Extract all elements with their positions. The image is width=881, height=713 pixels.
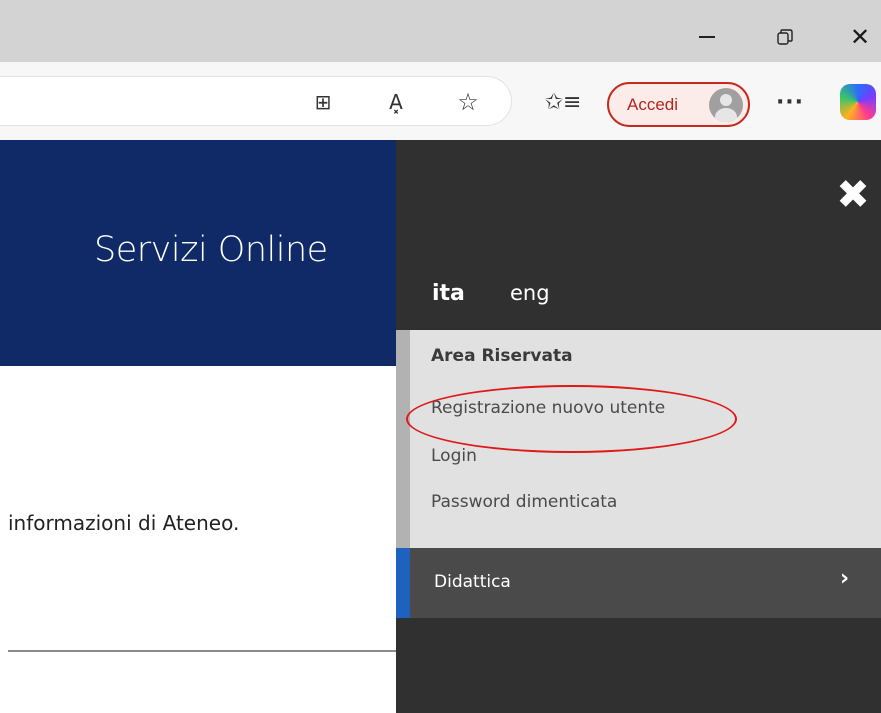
restore-button[interactable] (770, 22, 800, 52)
side-menu: ✖ ita eng Area Riservata Registrazione n… (396, 140, 881, 713)
login-link[interactable]: Login (431, 446, 477, 466)
minimize-button[interactable] (692, 22, 722, 52)
restore-icon (777, 29, 793, 45)
avatar-icon (709, 88, 743, 122)
read-aloud-icon[interactable]: A͓ (378, 84, 414, 120)
area-riservata-title: Area Riservata (431, 346, 573, 366)
screen: ✕ ⊞ A͓ ☆ ✩≡ Accedi ··· Servizi Online in… (0, 0, 881, 713)
accedi-label: Accedi (627, 94, 679, 114)
language-eng[interactable]: eng (510, 281, 550, 305)
minimize-icon (699, 36, 715, 38)
more-options-icon[interactable]: ··· (772, 84, 808, 120)
registrazione-link[interactable]: Registrazione nuovo utente (431, 398, 665, 418)
menu-item-didattica[interactable]: Didattica › (396, 548, 881, 618)
add-favorite-icon[interactable]: ☆ (450, 84, 486, 120)
close-menu-icon[interactable]: ✖ (833, 172, 873, 218)
area-riservata-panel: Area Riservata Registrazione nuovo utent… (396, 330, 881, 548)
split-screen-icon[interactable]: ⊞ (305, 84, 341, 120)
favorites-icon[interactable]: ✩≡ (545, 84, 582, 120)
window-titlebar: ✕ (0, 0, 881, 70)
page-title: Servizi Online (94, 230, 328, 270)
page-body-text: informazioni di Ateneo. (8, 511, 240, 535)
close-window-button[interactable]: ✕ (845, 22, 875, 52)
close-icon: ✕ (849, 23, 871, 51)
password-dimenticata-link[interactable]: Password dimenticata (431, 492, 617, 512)
page-divider (8, 650, 396, 652)
language-ita[interactable]: ita (432, 281, 465, 306)
address-bar[interactable] (0, 76, 512, 126)
chevron-right-icon: › (840, 566, 850, 591)
copilot-icon[interactable] (840, 84, 876, 120)
didattica-label: Didattica (434, 572, 511, 592)
accedi-button[interactable]: Accedi (607, 82, 750, 127)
page-header: Servizi Online (0, 140, 396, 366)
